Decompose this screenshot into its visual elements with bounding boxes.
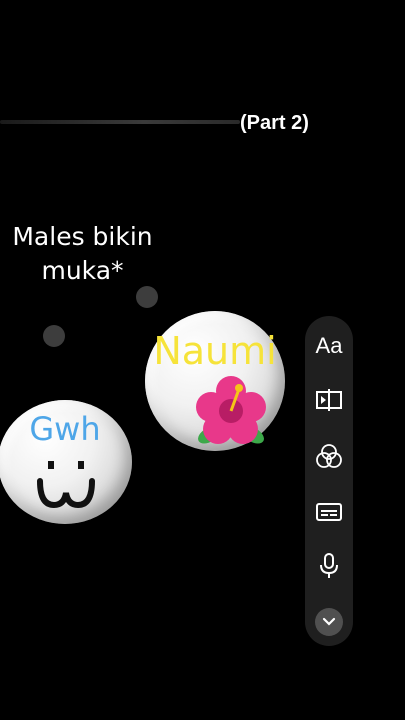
caption-line-1: Males bikin: [12, 222, 153, 251]
voiceover-tool-button[interactable]: [305, 546, 353, 586]
small-dot-1: [136, 286, 158, 308]
captions-icon: [316, 503, 342, 521]
captions-tool-button[interactable]: [305, 492, 353, 532]
caption-line-2: muka*: [41, 256, 124, 285]
naumi-bubble[interactable]: Naumi: [145, 311, 285, 451]
mic-icon: [320, 553, 338, 578]
progress-line: [0, 120, 240, 124]
part-label: (Part 2): [240, 112, 309, 134]
gwh-bubble[interactable]: Gwh: [0, 400, 132, 524]
split-tool-button[interactable]: [305, 380, 353, 420]
filters-tool-button[interactable]: [305, 436, 353, 476]
gwh-label: Gwh: [29, 410, 101, 448]
text-tool-button[interactable]: Aa: [305, 326, 353, 366]
chevron-down-icon: [322, 617, 336, 626]
smiley-face-icon: [37, 461, 95, 509]
naumi-label: Naumi: [153, 329, 277, 373]
hibiscus-icon: [196, 376, 266, 444]
small-dot-2: [43, 325, 65, 347]
text-icon: Aa: [315, 333, 343, 358]
expand-toolbar-button[interactable]: [315, 608, 343, 636]
filters-icon: [316, 444, 342, 468]
caption-text: Males bikin muka*: [0, 220, 165, 288]
split-icon: [316, 389, 342, 411]
editor-toolbar: Aa: [305, 316, 353, 646]
